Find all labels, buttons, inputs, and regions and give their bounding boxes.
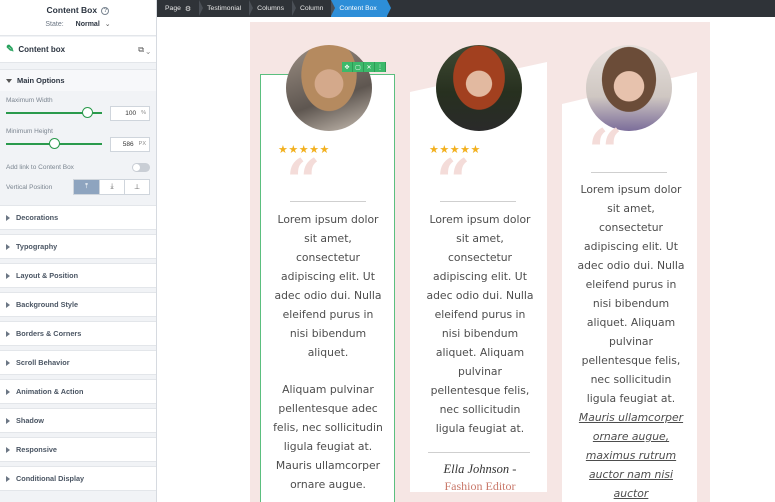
testimonial-text: Lorem ipsum dolor sit amet, consectetur … (577, 183, 685, 405)
max-width-slider[interactable] (6, 107, 102, 118)
main-options-title: Main Options (17, 76, 65, 85)
content-box-link-toggle[interactable] (132, 162, 150, 172)
max-width-unit[interactable]: % (141, 110, 146, 116)
caret-right-icon (6, 243, 10, 250)
section-animation-action[interactable]: Animation & Action (0, 379, 156, 404)
min-height-input[interactable]: 586 PX (110, 136, 150, 152)
caret-right-icon (6, 388, 10, 395)
caret-right-icon (6, 272, 10, 279)
quote-icon: “ (436, 147, 471, 217)
min-height-value: 586 (122, 140, 134, 148)
breadcrumb-columns[interactable]: Columns (249, 0, 296, 17)
divider (440, 201, 516, 202)
testimonial-text: Lorem ipsum dolor sit amet, consectetur … (274, 213, 382, 359)
caret-down-icon (6, 78, 12, 83)
block-options-icon[interactable]: ⧉ ⌄ (138, 45, 150, 55)
vertical-position-group: ⤒ ⤓ ⊥ (73, 179, 150, 195)
more-icon[interactable]: ⋮ (375, 62, 386, 72)
author-name: Ella Johnson - (443, 462, 517, 476)
chevron-down-icon[interactable]: ⌄ (105, 21, 111, 28)
section-decorations[interactable]: Decorations (0, 205, 156, 230)
caret-right-icon (6, 214, 10, 221)
state-value[interactable]: Normal (76, 21, 100, 28)
state-selector[interactable]: State: Normal ⌄ (0, 20, 156, 28)
page-canvas: ✥ ▢ ✕ ⋮ ★★★★★ “ Lorem ipsum dolor sit am… (157, 17, 775, 502)
section-responsive[interactable]: Responsive (0, 437, 156, 462)
trash-icon[interactable]: ✕ (364, 62, 375, 72)
editor-app: Content Box ? State: Normal ⌄ ✎ Content … (0, 0, 775, 502)
section-scroll-behavior[interactable]: Scroll Behavior (0, 350, 156, 375)
section-shadow[interactable]: Shadow (0, 408, 156, 433)
divider (591, 172, 667, 173)
state-label: State: (45, 21, 64, 28)
align-top-button[interactable]: ⤒ (74, 180, 99, 194)
max-width-label: Maximum Width (6, 97, 53, 104)
quote-icon: “ (286, 147, 321, 217)
breadcrumb-page[interactable]: Page ⚙ (157, 0, 204, 17)
element-toolbar: ✥ ▢ ✕ ⋮ (342, 62, 386, 72)
gear-icon[interactable]: ⚙ (185, 5, 191, 13)
duplicate-icon[interactable]: ▢ (353, 62, 364, 72)
breadcrumb-content-box[interactable]: Content Box (331, 0, 391, 17)
section-borders-corners[interactable]: Borders & Corners (0, 321, 156, 346)
max-width-input[interactable]: 100 % (110, 105, 150, 121)
move-icon[interactable]: ✥ (342, 62, 353, 72)
section-list: Decorations Typography Layout & Position… (0, 205, 156, 491)
divider (290, 201, 366, 202)
sidebar-title: Content Box (46, 5, 98, 15)
avatar (286, 45, 372, 131)
settings-sidebar: Content Box ? State: Normal ⌄ ✎ Content … (0, 0, 157, 502)
main-options-panel: Maximum Width 100 % Minimum Height 586 P… (0, 91, 156, 197)
testimonial-section: ✥ ▢ ✕ ⋮ ★★★★★ “ Lorem ipsum dolor sit am… (250, 22, 710, 502)
breadcrumb-testimonial[interactable]: Testimonial (199, 0, 254, 17)
caret-right-icon (6, 359, 10, 366)
section-typography[interactable]: Typography (0, 234, 156, 259)
align-middle-button[interactable]: ⤓ (99, 180, 124, 194)
content-box-link-label: Add link to Content Box (6, 163, 74, 171)
min-height-unit[interactable]: PX (139, 141, 146, 147)
section-layout-position[interactable]: Layout & Position (0, 263, 156, 288)
caret-right-icon (6, 417, 10, 424)
breadcrumb-column[interactable]: Column (292, 0, 336, 17)
caret-right-icon (6, 475, 10, 482)
breadcrumb: Page ⚙ Testimonial Columns Column Content… (157, 0, 775, 17)
section-background-style[interactable]: Background Style (0, 292, 156, 317)
slider-handle[interactable] (82, 107, 94, 118)
testimonial-text: Lorem ipsum dolor sit amet, consectetur … (426, 213, 534, 435)
align-bottom-button[interactable]: ⊥ (124, 180, 149, 194)
max-width-value: 100 (125, 109, 137, 117)
block-selector[interactable]: ✎ Content box ⧉ ⌄ (0, 37, 156, 63)
divider (428, 452, 530, 453)
slider-handle[interactable] (48, 138, 60, 149)
caret-right-icon (6, 446, 10, 453)
testimonial-text-continued: Aliquam pulvinar pellentesque adec felis… (273, 383, 383, 491)
caret-right-icon (6, 330, 10, 337)
author-role: Fashion Editor (444, 479, 516, 493)
caret-right-icon (6, 301, 10, 308)
main-options-header[interactable]: Main Options (0, 69, 156, 91)
testimonial-italic-link[interactable]: Mauris ullamcorper ornare augue, maximus… (575, 408, 687, 502)
pen-icon: ✎ (6, 44, 15, 55)
min-height-slider[interactable] (6, 138, 102, 149)
section-conditional-display[interactable]: Conditional Display (0, 466, 156, 491)
vertical-position-label: Vertical Position (6, 183, 53, 191)
help-icon[interactable]: ? (101, 7, 110, 15)
sidebar-header: Content Box ? State: Normal ⌄ (0, 0, 156, 36)
quote-icon: “ (588, 117, 623, 187)
block-label: Content box (18, 45, 66, 54)
avatar (436, 45, 522, 131)
min-height-label: Minimum Height (6, 128, 53, 135)
